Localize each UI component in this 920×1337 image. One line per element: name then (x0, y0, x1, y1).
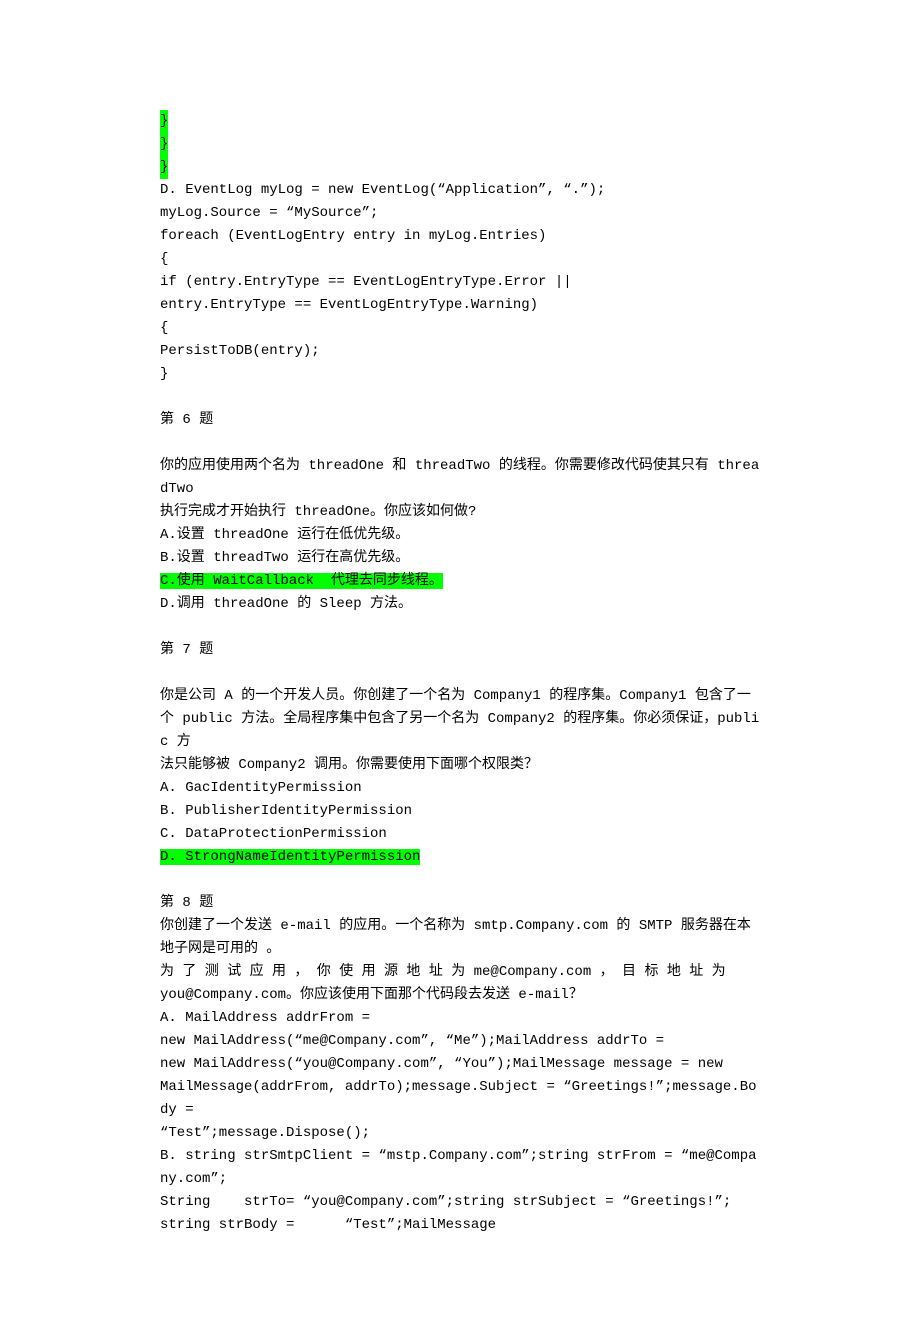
blank-line (160, 616, 760, 639)
question-6-option-a: A.设置 threadOne 运行在低优先级。 (160, 524, 760, 547)
code-line: myLog.Source = “MySource”; (160, 202, 760, 225)
question-6-option-b: B.设置 threadTwo 运行在高优先级。 (160, 547, 760, 570)
code-line: { (160, 248, 760, 271)
code-line: } (160, 363, 760, 386)
code-line: entry.EntryType == EventLogEntryType.War… (160, 294, 760, 317)
blank-line (160, 869, 760, 892)
question-8-option-a: MailMessage(addrFrom, addrTo);message.Su… (160, 1076, 760, 1122)
code-brace-hl-3: } (160, 156, 760, 179)
question-7-option-a: A. GacIdentityPermission (160, 777, 760, 800)
question-7-body: 法只能够被 Company2 调用。你需要使用下面哪个权限类？ (160, 754, 760, 777)
question-7-option-c: C. DataProtectionPermission (160, 823, 760, 846)
question-8-option-a: new MailAddress(“me@Company.com”, “Me”);… (160, 1030, 760, 1053)
question-8-option-a: new MailAddress(“you@Company.com”, “You”… (160, 1053, 760, 1076)
code-line: PersistToDB(entry); (160, 340, 760, 363)
question-7-body: 个 public 方法。全局程序集中包含了另一个名为 Company2 的程序集… (160, 708, 760, 754)
question-7-body: 你是公司 A 的一个开发人员。你创建了一个名为 Company1 的程序集。Co… (160, 685, 760, 708)
question-7-option-b: B. PublisherIdentityPermission (160, 800, 760, 823)
question-8-option-a: A. MailAddress addrFrom = (160, 1007, 760, 1030)
code-line: if (entry.EntryType == EventLogEntryType… (160, 271, 760, 294)
question-6-body: 执行完成才开始执行 threadOne。你应该如何做? (160, 501, 760, 524)
blank-line (160, 662, 760, 685)
question-8-option-b: B. string strSmtpClient = “mstp.Company.… (160, 1145, 760, 1191)
question-7-option-d: D. StrongNameIdentityPermission (160, 846, 760, 869)
blank-line (160, 386, 760, 409)
question-8-option-b: String strTo= “you@Company.com”;string s… (160, 1191, 760, 1214)
question-6-option-c: C.使用 WaitCallback 代理去同步线程。 (160, 570, 760, 593)
question-6-option-d: D.调用 threadOne 的 Sleep 方法。 (160, 593, 760, 616)
blank-line (160, 432, 760, 455)
question-8-body: 为 了 测 试 应 用 ， 你 使 用 源 地 址 为 me@Company.c… (160, 961, 760, 984)
code-line: D. EventLog myLog = new EventLog(“Applic… (160, 179, 760, 202)
question-8-title: 第 8 题 (160, 892, 760, 915)
code-line: foreach (EventLogEntry entry in myLog.En… (160, 225, 760, 248)
question-8-body: you@Company.com。你应该使用下面那个代码段去发送 e-mail？ (160, 984, 760, 1007)
question-8-option-a: “Test”;message.Dispose(); (160, 1122, 760, 1145)
code-brace-hl-1: } (160, 110, 760, 133)
question-7-title: 第 7 题 (160, 639, 760, 662)
question-8-body: 你创建了一个发送 e-mail 的应用。一个名称为 smtp.Company.c… (160, 915, 760, 961)
code-brace-hl-2: } (160, 133, 760, 156)
code-line: { (160, 317, 760, 340)
question-8-option-b: string strBody = “Test”;MailMessage (160, 1214, 760, 1237)
question-6-title: 第 6 题 (160, 409, 760, 432)
question-6-body: 你的应用使用两个名为 threadOne 和 threadTwo 的线程。你需要… (160, 455, 760, 501)
document-page: } } } D. EventLog myLog = new EventLog(“… (0, 0, 920, 1337)
